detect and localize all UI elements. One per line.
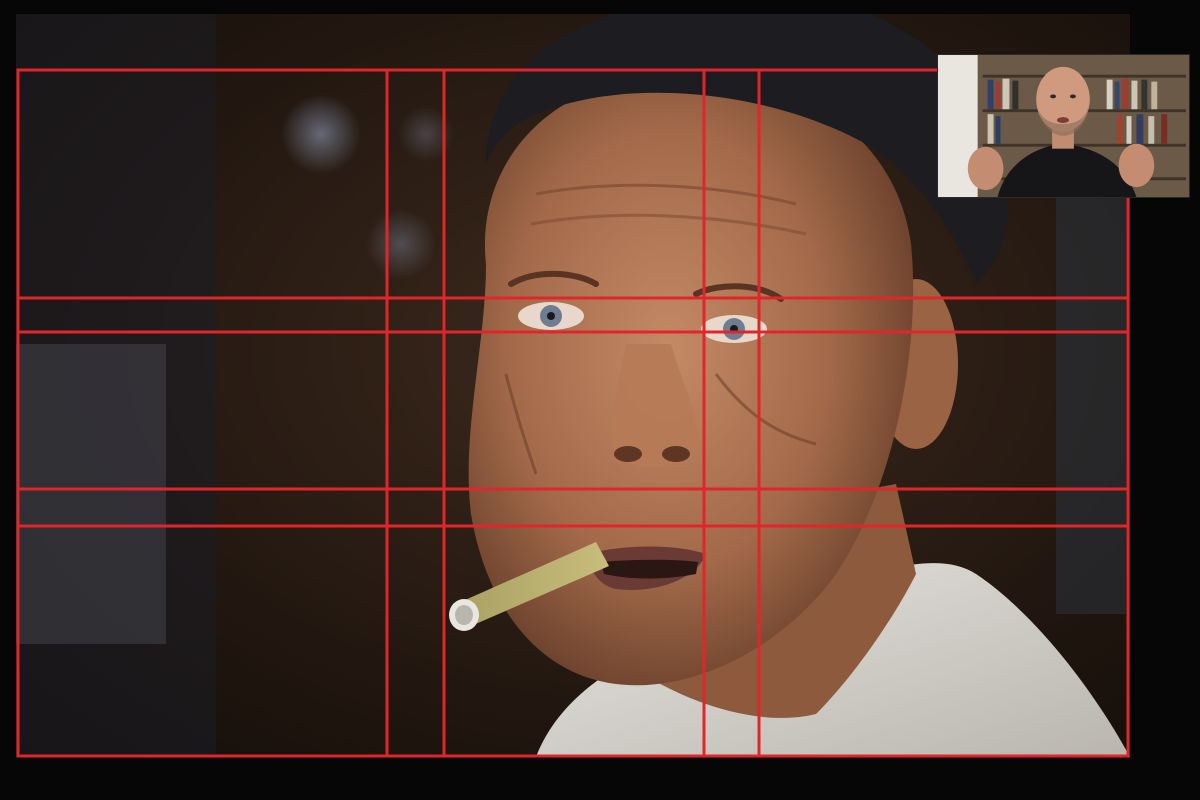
- webcam-presenter-icon: [938, 55, 1189, 197]
- presenter-webcam: [937, 54, 1190, 198]
- video-frame: [0, 0, 1200, 800]
